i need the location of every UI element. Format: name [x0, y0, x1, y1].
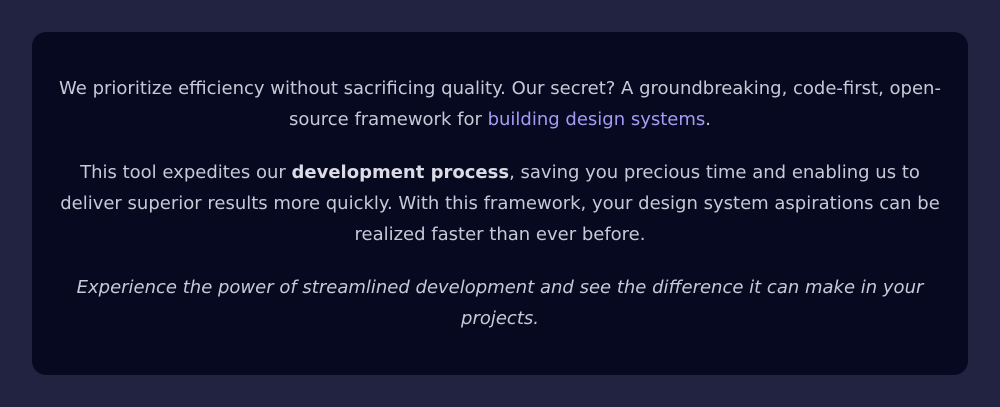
content-card: We prioritize efficiency without sacrifi… [32, 32, 968, 375]
intro-text-end: . [705, 109, 712, 130]
development-process-emphasis: development process [291, 162, 510, 183]
intro-paragraph: We prioritize efficiency without sacrifi… [56, 73, 944, 135]
process-text: This tool expedites our [80, 162, 292, 183]
closing-paragraph: Experience the power of streamlined deve… [76, 277, 924, 329]
process-paragraph: This tool expedites our development proc… [56, 157, 944, 250]
design-systems-link[interactable]: building design systems [488, 109, 706, 130]
